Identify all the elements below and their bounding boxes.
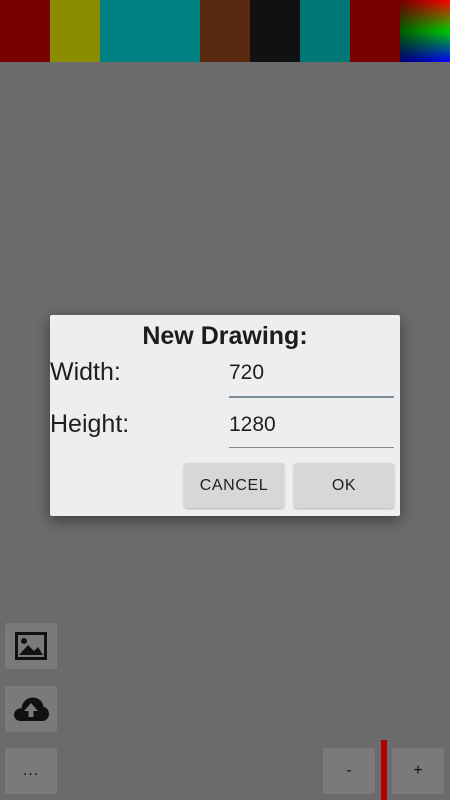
brush-size-decrease-button[interactable]: - <box>323 748 375 794</box>
brush-size-increase-button[interactable]: + <box>392 748 444 794</box>
color-swatch-dark-red-2[interactable] <box>350 0 400 62</box>
width-label: Width: <box>50 358 121 386</box>
drawing-canvas[interactable]: New Drawing: Width: Height: CANCEL OK ..… <box>0 0 450 800</box>
cloud-upload-button[interactable] <box>5 686 57 732</box>
dialog-title: New Drawing: <box>142 322 308 350</box>
width-input[interactable] <box>229 353 394 393</box>
color-swatch-olive[interactable] <box>50 0 100 62</box>
brush-size-indicator <box>381 740 387 800</box>
color-picker-gradient[interactable] <box>400 0 450 62</box>
height-input-underline <box>229 447 394 448</box>
cancel-button[interactable]: CANCEL <box>184 463 284 508</box>
color-swatch-dark-teal[interactable] <box>300 0 350 62</box>
image-button[interactable] <box>5 623 57 669</box>
color-swatch-teal[interactable] <box>100 0 150 62</box>
more-label: ... <box>22 762 40 779</box>
new-drawing-dialog: New Drawing: Width: Height: CANCEL OK <box>50 315 400 516</box>
height-label: Height: <box>50 410 130 438</box>
color-palette <box>0 0 450 62</box>
more-button[interactable]: ... <box>5 748 57 794</box>
color-swatch-dark-red[interactable] <box>0 0 50 62</box>
ok-button[interactable]: OK <box>294 463 394 508</box>
image-icon <box>15 632 47 660</box>
color-swatch-brown[interactable] <box>200 0 250 62</box>
color-swatch-black[interactable] <box>250 0 300 62</box>
width-input-underline <box>229 396 394 398</box>
color-swatch-teal-2[interactable] <box>150 0 200 62</box>
cloud-upload-icon <box>14 697 49 721</box>
height-input[interactable] <box>229 405 394 445</box>
